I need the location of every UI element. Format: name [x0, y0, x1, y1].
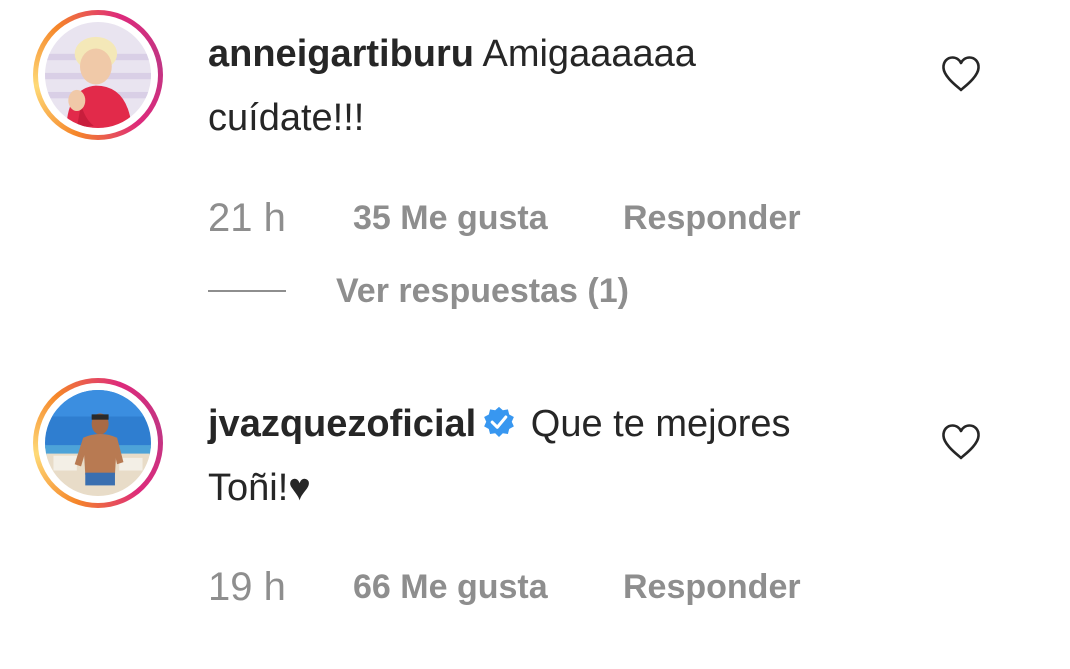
avatar-story-ring[interactable] [33, 378, 163, 508]
comment-likes-count[interactable]: 35 Me gusta [353, 199, 623, 238]
like-heart-icon[interactable] [940, 55, 982, 93]
comment-timestamp[interactable]: 19 h [208, 565, 353, 610]
comment-username[interactable]: jvazquezoficial [208, 403, 476, 445]
comment-item: anneigartiburu Amigaaaaaa cuídate!!! 21 … [0, 0, 1070, 340]
avatar-man-beach-image [45, 390, 151, 496]
comment-meta: 19 h 66 Me gusta Responder [208, 562, 801, 612]
avatar-story-ring[interactable] [33, 10, 163, 140]
comment-body-line1: Que te mejores [520, 403, 791, 445]
comment-body-line2: Toñi! [208, 467, 289, 509]
like-heart-icon[interactable] [940, 423, 982, 461]
verified-badge-icon [482, 406, 516, 440]
avatar-border [38, 15, 158, 135]
view-replies-label: Ver respuestas (1) [336, 271, 629, 310]
avatar[interactable] [45, 22, 151, 128]
comment-body-line1: Amigaaaaaa [474, 33, 696, 75]
comment-username[interactable]: anneigartiburu [208, 33, 474, 75]
comment-body-line2: cuídate!!! [208, 97, 365, 139]
replies-divider-line [208, 290, 286, 292]
avatar-border [38, 383, 158, 503]
reply-button[interactable]: Responder [623, 199, 801, 238]
avatar-woman-image [45, 22, 151, 128]
view-replies-button[interactable]: Ver respuestas (1) [208, 268, 629, 314]
comment-item: jvazquezoficial Que te mejores Toñi!♥ 19… [0, 370, 1070, 669]
comment-meta: 21 h 35 Me gusta Responder [208, 193, 801, 243]
avatar[interactable] [45, 390, 151, 496]
black-heart-emoji: ♥ [288, 467, 311, 509]
comment-text: jvazquezoficial Que te mejores Toñi!♥ [208, 392, 908, 520]
comment-text: anneigartiburu Amigaaaaaa cuídate!!! [208, 22, 908, 150]
reply-button[interactable]: Responder [623, 568, 801, 607]
comment-likes-count[interactable]: 66 Me gusta [353, 568, 623, 607]
comment-timestamp[interactable]: 21 h [208, 196, 353, 241]
